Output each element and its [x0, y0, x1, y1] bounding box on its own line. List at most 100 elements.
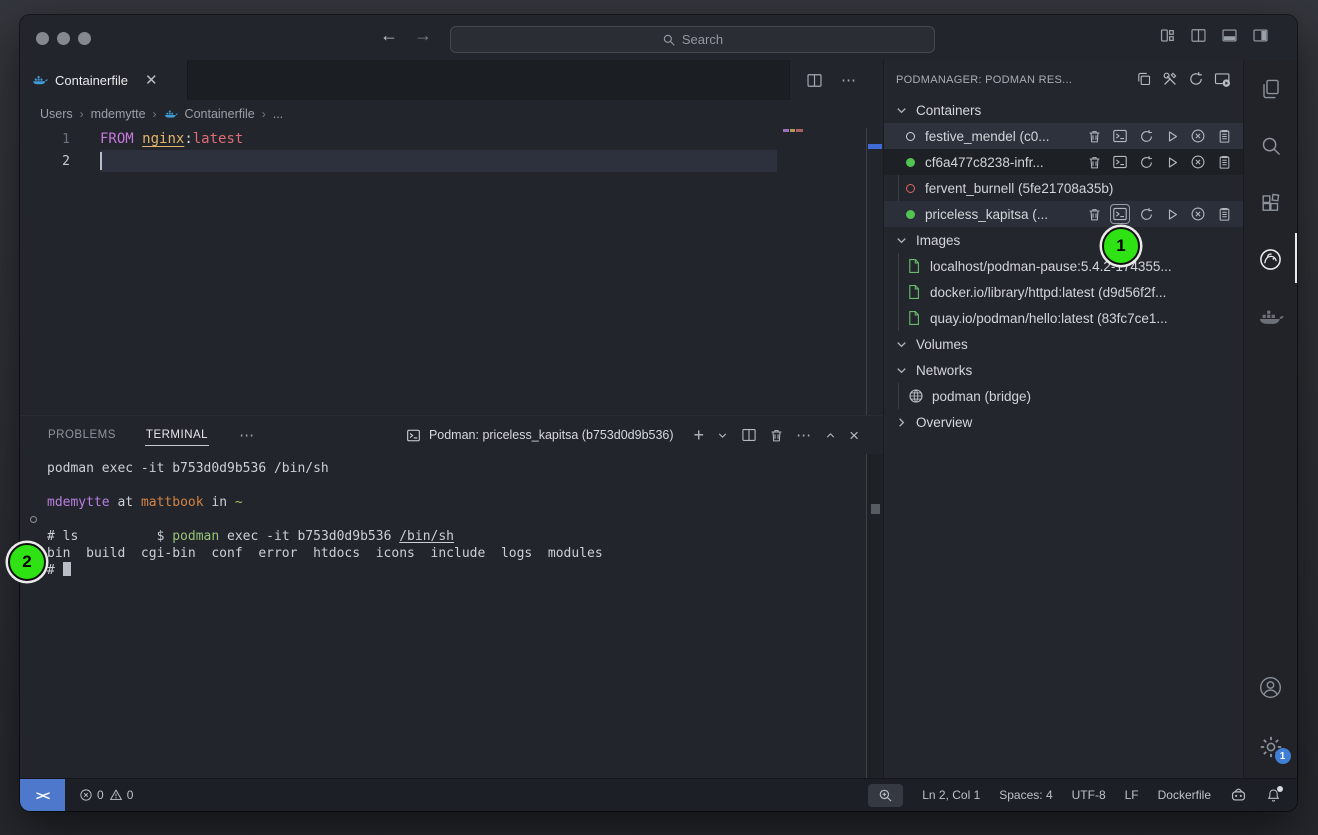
terminal-dropdown-icon[interactable]: [716, 429, 729, 442]
split-editor-icon[interactable]: [806, 72, 823, 89]
delete-container-icon[interactable]: [1085, 153, 1103, 171]
image-row[interactable]: docker.io/library/httpd:latest (d9d56f2f…: [884, 279, 1243, 305]
open-terminal-icon[interactable]: [1111, 127, 1129, 145]
toggle-sidebar-icon[interactable]: [1190, 27, 1207, 44]
tab-problems[interactable]: PROBLEMS: [47, 425, 117, 445]
encoding-indicator[interactable]: UTF-8: [1072, 788, 1106, 802]
delete-container-icon[interactable]: [1085, 127, 1103, 145]
minimize-button[interactable]: [57, 32, 70, 45]
container-row[interactable]: festive_mendel (c0...: [884, 123, 1243, 149]
new-terminal-icon[interactable]: +: [694, 426, 705, 444]
editor-group: Containerfile ✕ ⋯ Users › mdemytte › Con…: [20, 60, 883, 778]
images-list: localhost/podman-pause:5.4.2-174355... d…: [884, 253, 1243, 331]
terminal-output[interactable]: podman exec -it b753d0d9b536 /bin/sh mde…: [20, 454, 883, 778]
screen: ← → Search Containerfile: [0, 0, 1318, 835]
indentation-indicator[interactable]: Spaces: 4: [999, 788, 1052, 802]
container-row[interactable]: priceless_kapitsa (...: [884, 201, 1243, 227]
zoom-indicator[interactable]: [868, 784, 903, 807]
tab-close-icon[interactable]: ✕: [145, 73, 158, 88]
minimap[interactable]: [783, 129, 803, 132]
terminal-scrollbar[interactable]: [866, 454, 883, 778]
section-volumes[interactable]: Volumes: [884, 331, 1243, 357]
maximize-panel-icon[interactable]: [824, 429, 837, 442]
customize-layout-icon[interactable]: [1159, 27, 1176, 44]
stop-container-icon[interactable]: [1189, 153, 1207, 171]
container-name: festive_mendel (c0...: [925, 129, 1050, 144]
tab-bar: Containerfile ✕ ⋯: [20, 60, 883, 100]
restart-container-icon[interactable]: [1137, 153, 1155, 171]
notifications-bell[interactable]: [1266, 788, 1281, 803]
breadcrumb-item-containerfile[interactable]: Containerfile: [185, 107, 255, 121]
activity-explorer-button[interactable]: [1244, 60, 1297, 117]
start-container-icon[interactable]: [1163, 205, 1181, 223]
start-container-icon[interactable]: [1163, 127, 1181, 145]
chevron-down-icon: [894, 363, 909, 378]
view-logs-icon[interactable]: [1215, 205, 1233, 223]
activity-search-button[interactable]: [1244, 117, 1297, 174]
view-logs-icon[interactable]: [1215, 127, 1233, 145]
breadcrumb-item-users[interactable]: Users: [40, 107, 73, 121]
chevron-right-icon: ›: [262, 107, 266, 121]
close-button[interactable]: [36, 32, 49, 45]
stop-container-icon[interactable]: [1189, 205, 1207, 223]
restart-container-icon[interactable]: [1137, 205, 1155, 223]
terminal-more-icon[interactable]: ⋯: [796, 426, 812, 444]
search-input[interactable]: Search: [450, 26, 935, 53]
scrollbar-thumb[interactable]: [871, 504, 880, 514]
activity-extensions-button[interactable]: [1244, 174, 1297, 231]
open-terminal-icon[interactable]: [1111, 153, 1129, 171]
duplicate-icon[interactable]: [1136, 71, 1152, 87]
kill-terminal-icon[interactable]: [769, 428, 784, 443]
toggle-secondary-sidebar-icon[interactable]: [1252, 27, 1269, 44]
section-networks[interactable]: Networks: [884, 357, 1243, 383]
account-icon: [1258, 675, 1283, 700]
eol-indicator[interactable]: LF: [1125, 788, 1139, 802]
image-row[interactable]: quay.io/podman/hello:latest (83fc7ce1...: [884, 305, 1243, 331]
back-button[interactable]: ←: [380, 25, 398, 46]
split-terminal-icon[interactable]: [741, 427, 757, 443]
activity-docker-button[interactable]: [1244, 288, 1297, 345]
editor-tab-containerfile[interactable]: Containerfile ✕: [20, 60, 188, 100]
zoom-button[interactable]: [78, 32, 91, 45]
tools-icon[interactable]: [1162, 71, 1178, 87]
docker-whale-icon: [164, 107, 178, 121]
section-containers[interactable]: Containers: [884, 97, 1243, 123]
forward-button[interactable]: →: [414, 25, 432, 46]
remote-indicator[interactable]: ><: [20, 779, 65, 811]
command-decoration-icon[interactable]: [30, 516, 37, 523]
language-indicator[interactable]: Dockerfile: [1158, 788, 1211, 802]
section-images[interactable]: Images: [884, 227, 1243, 253]
container-row[interactable]: fervent_burnell (5fe21708a35b): [884, 175, 1243, 201]
refresh-icon[interactable]: [1188, 71, 1204, 87]
code-image-name[interactable]: nginx: [142, 131, 184, 147]
section-overview[interactable]: Overview: [884, 409, 1243, 435]
view-logs-icon[interactable]: [1215, 153, 1233, 171]
open-webview-icon[interactable]: [1214, 71, 1231, 88]
stop-container-icon[interactable]: [1189, 127, 1207, 145]
problems-item[interactable]: 0 0: [79, 788, 133, 802]
terminal-title[interactable]: Podman: priceless_kapitsa (b753d0d9b536): [406, 428, 674, 443]
open-terminal-icon[interactable]: [1111, 205, 1129, 223]
code-editor[interactable]: 1 FROM nginx:latest 2: [20, 128, 883, 415]
tab-terminal[interactable]: TERMINAL: [145, 425, 209, 446]
network-row[interactable]: podman (bridge): [884, 383, 1243, 409]
cursor-position-indicator[interactable]: Ln 2, Col 1: [922, 788, 980, 802]
delete-container-icon[interactable]: [1085, 205, 1103, 223]
main-area: Containerfile ✕ ⋯ Users › mdemytte › Con…: [20, 60, 1297, 778]
toggle-panel-icon[interactable]: [1221, 27, 1238, 44]
container-row[interactable]: cf6a477c8238-infr...: [884, 149, 1243, 175]
restart-container-icon[interactable]: [1137, 127, 1155, 145]
panel-views-more-icon[interactable]: ⋯: [239, 426, 255, 444]
breadcrumb-item-mdemytte[interactable]: mdemytte: [91, 107, 146, 121]
breadcrumb-item-symbol[interactable]: ...: [273, 107, 283, 121]
activity-podman-button[interactable]: [1244, 231, 1297, 288]
start-container-icon[interactable]: [1163, 153, 1181, 171]
settings-button[interactable]: 1: [1244, 716, 1297, 778]
image-row[interactable]: localhost/podman-pause:5.4.2-174355...: [884, 253, 1243, 279]
chevron-down-icon: [894, 337, 909, 352]
copilot-icon[interactable]: [1230, 787, 1247, 804]
editor-more-icon[interactable]: ⋯: [841, 71, 857, 89]
close-panel-icon[interactable]: ×: [849, 427, 859, 444]
account-button[interactable]: [1244, 659, 1297, 716]
image-name: localhost/podman-pause:5.4.2-174355...: [930, 259, 1172, 274]
